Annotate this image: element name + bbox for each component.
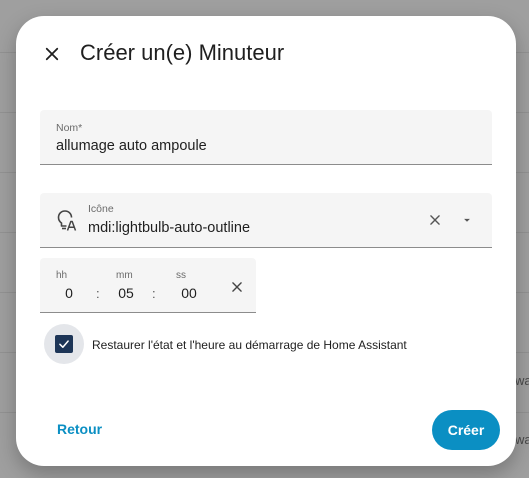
create-button[interactable]: Créer bbox=[432, 410, 500, 450]
bg-text-snippet: wa bbox=[515, 373, 529, 388]
dialog-title: Créer un(e) Minuteur bbox=[80, 40, 285, 65]
seconds-label: ss bbox=[176, 270, 186, 281]
duration-picker: hh mm ss 0 : 05 : 00 bbox=[40, 258, 256, 313]
icon-field-label: Icône bbox=[88, 203, 114, 215]
name-field[interactable]: Nom* allumage auto ampoule bbox=[40, 110, 492, 165]
seconds-input[interactable]: 00 bbox=[169, 285, 209, 301]
icon-picker-field[interactable]: Icône mdi:lightbulb-auto-outline bbox=[40, 193, 492, 248]
hours-label: hh bbox=[56, 270, 68, 281]
hours-input[interactable]: 0 bbox=[49, 285, 89, 301]
icon-dropdown-button[interactable] bbox=[456, 209, 478, 231]
check-icon bbox=[59, 340, 69, 348]
lightbulb-auto-outline-icon bbox=[57, 210, 77, 231]
close-icon bbox=[45, 47, 59, 61]
clear-icon-button[interactable] bbox=[424, 209, 446, 231]
restore-state-checkbox[interactable] bbox=[44, 324, 84, 364]
close-button[interactable] bbox=[36, 38, 68, 70]
time-separator: : bbox=[96, 286, 100, 301]
icon-field-value[interactable]: mdi:lightbulb-auto-outline bbox=[88, 220, 250, 236]
minutes-input[interactable]: 05 bbox=[106, 285, 146, 301]
close-icon bbox=[430, 215, 440, 225]
close-icon bbox=[232, 282, 242, 292]
bg-text-snippet: wa bbox=[515, 432, 529, 447]
name-field-value[interactable]: allumage auto ampoule bbox=[56, 138, 207, 154]
minutes-label: mm bbox=[116, 270, 133, 281]
clear-duration-button[interactable] bbox=[226, 276, 248, 298]
back-button[interactable]: Retour bbox=[44, 415, 115, 443]
caret-down-icon bbox=[464, 218, 470, 222]
restore-state-label[interactable]: Restaurer l'état et l'heure au démarrage… bbox=[92, 338, 407, 352]
time-separator: : bbox=[152, 286, 156, 301]
create-timer-dialog: Créer un(e) Minuteur Nom* allumage auto … bbox=[16, 16, 516, 466]
checkbox-box bbox=[55, 335, 73, 353]
name-field-label: Nom* bbox=[56, 122, 83, 134]
